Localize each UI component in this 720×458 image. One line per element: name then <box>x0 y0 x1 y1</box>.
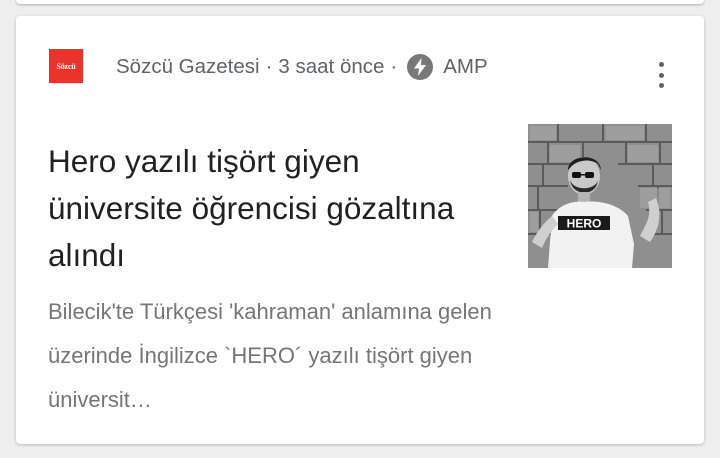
source-row: Sözcü Gazetesi · 3 saat önce · AMP <box>116 52 488 82</box>
publish-time: 3 saat önce <box>278 55 385 78</box>
separator-dot: · <box>265 55 273 78</box>
lightning-bolt-icon <box>407 54 434 80</box>
news-card[interactable]: Sözcü Sözcü Gazetesi · 3 saat önce · AMP… <box>16 16 704 444</box>
publisher-logo-text: Sözcü <box>56 61 76 71</box>
separator-dot: · <box>390 55 398 78</box>
previous-card-edge <box>16 0 704 4</box>
publisher-logo: Sözcü <box>49 49 83 83</box>
headline[interactable]: Hero yazılı tişört giyen üniversite öğre… <box>48 138 468 279</box>
article-thumbnail[interactable]: HERO <box>528 124 672 268</box>
amp-label: AMP <box>443 55 488 78</box>
article-snippet: Bilecik'te Türkçesi 'kahraman' anlamına … <box>48 299 492 412</box>
thumbnail-shirt-text: HERO <box>567 217 602 231</box>
publisher-name[interactable]: Sözcü Gazetesi <box>116 55 260 79</box>
more-vert-icon[interactable] <box>650 58 672 92</box>
